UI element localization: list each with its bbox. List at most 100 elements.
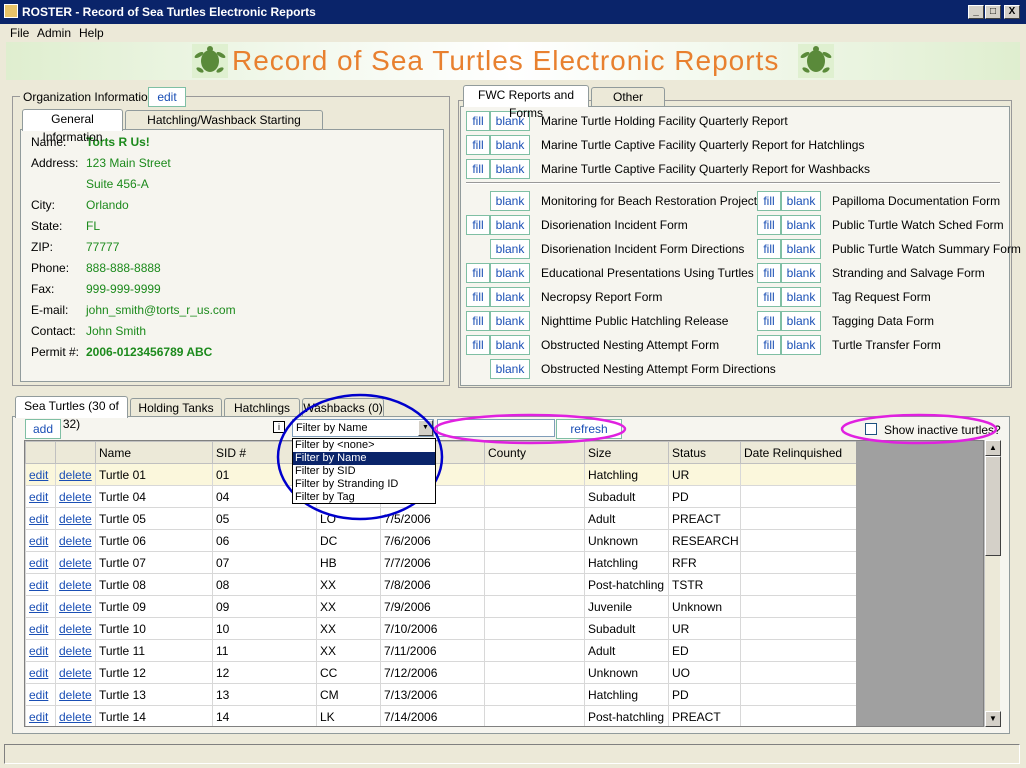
filter-option[interactable]: Filter by Name xyxy=(293,452,435,465)
delete-link[interactable]: delete xyxy=(55,463,96,486)
maximize-button[interactable]: □ xyxy=(985,5,1001,19)
close-button[interactable]: X xyxy=(1004,5,1020,19)
delete-link[interactable]: delete xyxy=(55,617,96,640)
tab-general-information[interactable]: General Information xyxy=(22,109,123,144)
tab-holding-tanks[interactable]: Holding Tanks (2) xyxy=(130,398,222,433)
table-row[interactable]: edit delete Turtle 11 11 XX 7/11/2006 Adult ED xyxy=(25,639,857,662)
edit-link[interactable]: edit xyxy=(25,573,56,596)
refresh-button[interactable]: refresh xyxy=(556,419,622,439)
fill-button[interactable]: fill xyxy=(466,287,490,307)
column-header[interactable]: Name xyxy=(95,441,213,464)
filter-option[interactable]: Filter by Tag xyxy=(293,491,435,504)
filter-option[interactable]: Filter by <none> xyxy=(293,439,435,452)
blank-button[interactable]: blank xyxy=(781,191,821,211)
fill-button[interactable]: fill xyxy=(757,191,781,211)
tab-hatchling-balances[interactable]: Hatchling/Washback Starting Balances xyxy=(125,110,323,145)
filter-select[interactable]: Filter by Name ▼ xyxy=(292,419,434,437)
column-header[interactable]: Size xyxy=(584,441,669,464)
delete-link[interactable]: delete xyxy=(55,551,96,574)
filter-option[interactable]: Filter by Stranding ID xyxy=(293,478,435,491)
show-inactive-checkbox[interactable] xyxy=(865,423,877,435)
table-row[interactable]: edit delete Turtle 13 13 CM 7/13/2006 Hatchlin… xyxy=(25,683,857,706)
column-header[interactable] xyxy=(25,441,56,464)
edit-link[interactable]: edit xyxy=(25,463,56,486)
fill-button[interactable]: fill xyxy=(757,287,781,307)
delete-link[interactable]: delete xyxy=(55,595,96,618)
blank-button[interactable]: blank xyxy=(781,239,821,259)
blank-button[interactable]: blank xyxy=(781,311,821,331)
blank-button[interactable]: blank xyxy=(490,215,530,235)
delete-link[interactable]: delete xyxy=(55,705,96,726)
fill-button[interactable]: fill xyxy=(466,111,490,131)
info-icon[interactable]: i xyxy=(273,421,285,433)
blank-button[interactable]: blank xyxy=(781,263,821,283)
blank-button[interactable]: blank xyxy=(490,311,530,331)
org-edit-button[interactable]: edit xyxy=(148,87,186,107)
edit-link[interactable]: edit xyxy=(25,485,56,508)
edit-link[interactable]: edit xyxy=(25,507,56,530)
table-row[interactable]: edit delete Turtle 01 01 Hatchling UR xyxy=(25,463,857,486)
add-turtle-button[interactable]: add xyxy=(25,419,61,439)
table-row[interactable]: edit delete Turtle 05 05 LO 7/5/2006 Adult PREA… xyxy=(25,507,857,530)
fill-button[interactable]: fill xyxy=(466,263,490,283)
fill-button[interactable]: fill xyxy=(757,335,781,355)
table-row[interactable]: edit delete Turtle 07 07 HB 7/7/2006 Hatchling… xyxy=(25,551,857,574)
fill-button[interactable]: fill xyxy=(757,263,781,283)
menu-help[interactable]: Help xyxy=(79,26,104,40)
delete-link[interactable]: delete xyxy=(55,507,96,530)
tab-sea-turtles[interactable]: Sea Turtles (30 of 32) xyxy=(15,396,128,431)
blank-button[interactable]: blank xyxy=(490,359,530,379)
delete-link[interactable]: delete xyxy=(55,573,96,596)
blank-button[interactable]: blank xyxy=(490,159,530,179)
tab-other-reports[interactable]: Other Reports xyxy=(591,87,665,122)
delete-link[interactable]: delete xyxy=(55,529,96,552)
tab-hatchlings[interactable]: Hatchlings (3) xyxy=(224,398,300,433)
edit-link[interactable]: edit xyxy=(25,617,56,640)
scroll-thumb[interactable] xyxy=(985,456,1001,556)
menu-file[interactable]: File xyxy=(10,26,29,40)
scroll-up-icon[interactable]: ▲ xyxy=(985,440,1001,456)
filter-option[interactable]: Filter by SID xyxy=(293,465,435,478)
column-header[interactable]: Date Relinquished xyxy=(740,441,857,464)
table-row[interactable]: edit delete Turtle 09 09 XX 7/9/2006 Juvenile U… xyxy=(25,595,857,618)
edit-link[interactable]: edit xyxy=(25,639,56,662)
delete-link[interactable]: delete xyxy=(55,485,96,508)
scroll-down-icon[interactable]: ▼ xyxy=(985,711,1001,727)
blank-button[interactable]: blank xyxy=(781,215,821,235)
fill-button[interactable]: fill xyxy=(757,311,781,331)
fill-button[interactable]: fill xyxy=(466,215,490,235)
table-row[interactable]: edit delete Turtle 06 06 DC 7/6/2006 Unknown RE… xyxy=(25,529,857,552)
fill-button[interactable]: fill xyxy=(466,135,490,155)
column-header[interactable] xyxy=(55,441,96,464)
blank-button[interactable]: blank xyxy=(781,335,821,355)
table-row[interactable]: edit delete Turtle 10 10 XX 7/10/2006 Subadult… xyxy=(25,617,857,640)
table-row[interactable]: edit delete Turtle 12 12 CC 7/12/2006 Unknown U… xyxy=(25,661,857,684)
tab-fwc-reports[interactable]: FWC Reports and Forms xyxy=(463,85,589,120)
tab-washbacks[interactable]: Washbacks (0) xyxy=(302,398,384,418)
table-row[interactable]: edit delete Turtle 08 08 XX 7/8/2006 Post-hatc… xyxy=(25,573,857,596)
fill-button[interactable]: fill xyxy=(466,311,490,331)
edit-link[interactable]: edit xyxy=(25,595,56,618)
fill-button[interactable]: fill xyxy=(466,335,490,355)
delete-link[interactable]: delete xyxy=(55,639,96,662)
fill-button[interactable]: fill xyxy=(757,215,781,235)
blank-button[interactable]: blank xyxy=(490,239,530,259)
fill-button[interactable]: fill xyxy=(466,159,490,179)
table-row[interactable]: edit delete Turtle 04 04 Subadult PD xyxy=(25,485,857,508)
table-row[interactable]: edit delete Turtle 14 14 LK 7/14/2006 Post-hat… xyxy=(25,705,857,726)
column-header[interactable]: Status xyxy=(668,441,741,464)
edit-link[interactable]: edit xyxy=(25,705,56,726)
blank-button[interactable]: blank xyxy=(490,335,530,355)
filter-text-input[interactable] xyxy=(437,419,555,437)
blank-button[interactable]: blank xyxy=(490,135,530,155)
edit-link[interactable]: edit xyxy=(25,661,56,684)
blank-button[interactable]: blank xyxy=(490,263,530,283)
edit-link[interactable]: edit xyxy=(25,551,56,574)
fill-button[interactable]: fill xyxy=(757,239,781,259)
edit-link[interactable]: edit xyxy=(25,683,56,706)
menu-admin[interactable]: Admin xyxy=(37,26,71,40)
blank-button[interactable]: blank xyxy=(781,287,821,307)
minimize-button[interactable]: _ xyxy=(968,5,984,19)
blank-button[interactable]: blank xyxy=(490,191,530,211)
delete-link[interactable]: delete xyxy=(55,661,96,684)
